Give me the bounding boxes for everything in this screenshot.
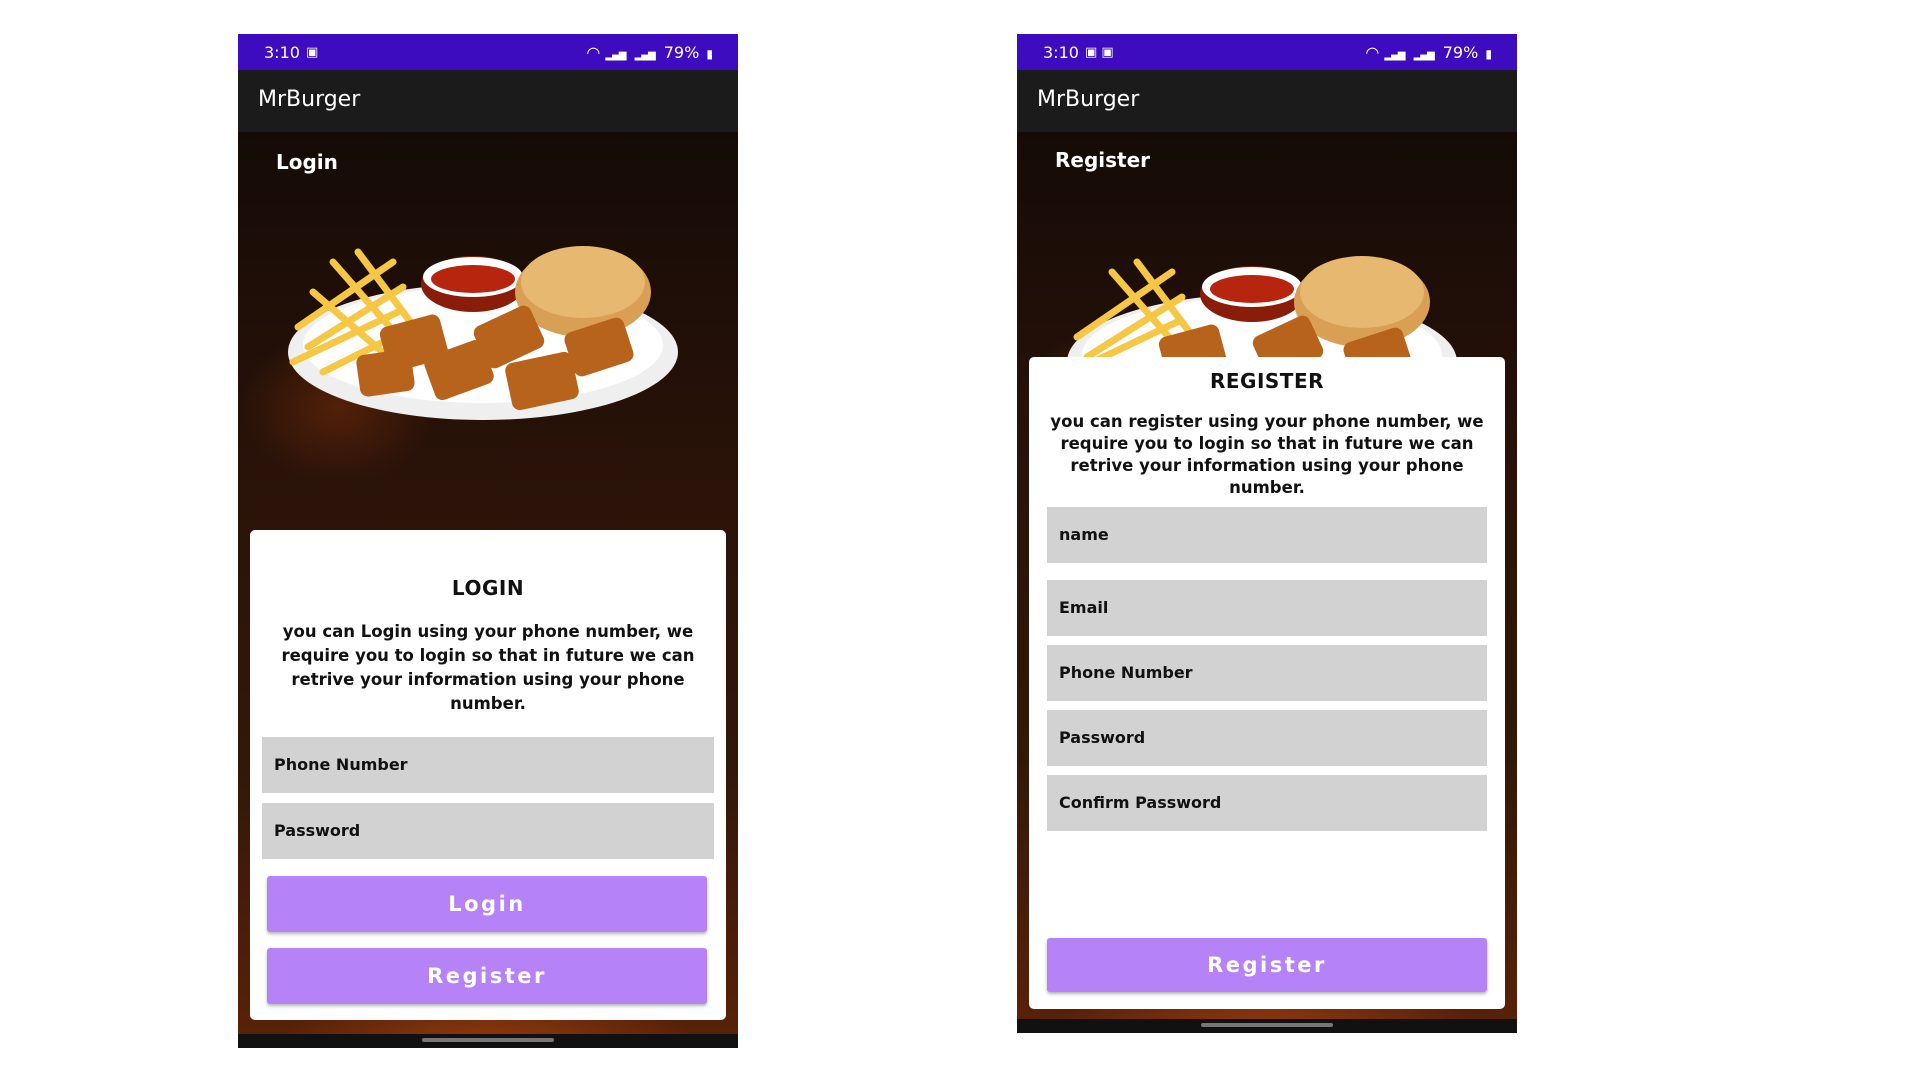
app-bar: MrBurger [238, 70, 738, 132]
card-description: you can Login using your phone number, w… [281, 622, 695, 713]
app-title: MrBurger [258, 87, 361, 112]
password-placeholder: Password [274, 821, 361, 840]
status-time: 3:10 [264, 43, 300, 62]
phone-number-placeholder: Phone Number [1059, 663, 1193, 682]
card-title: REGISTER [1209, 369, 1325, 393]
name-field[interactable]: name [1047, 507, 1487, 563]
register-button[interactable]: Register [1047, 938, 1487, 992]
card-title: LOGIN [451, 576, 525, 600]
name-placeholder: name [1059, 525, 1109, 544]
confirm-password-placeholder: Confirm Password [1059, 793, 1222, 812]
email-field[interactable]: Email [1047, 580, 1487, 636]
card-description: you can register using your phone number… [1050, 412, 1484, 497]
register-card: REGISTER you can register using your pho… [1029, 357, 1505, 1009]
battery-icon: ▮ [1485, 47, 1492, 61]
signal-icon-2: ▂▄▆ [634, 50, 656, 61]
status-time: 3:10 [1043, 43, 1079, 62]
register-button[interactable]: Register [267, 948, 707, 1004]
food-plate-image [288, 246, 678, 420]
password-field[interactable]: Password [262, 803, 714, 859]
password-placeholder: Password [1059, 728, 1146, 747]
signal-icon: ▂▄▆ [605, 50, 626, 61]
section-title: Register [1055, 148, 1151, 172]
phone-number-placeholder: Phone Number [274, 755, 408, 774]
signal-icon: ▂▄▆ [1384, 50, 1405, 61]
login-phone-screen: 3:10 ▣ ◠ ▂▄▆ ▂▄▆ 79% ▮ MrBurger Login LO… [238, 34, 738, 1048]
login-card: LOGIN you can Login using your phone num… [250, 530, 726, 1020]
status-bar: 3:10 ▣ ▣ ◠ ▂▄▆ ▂▄▆ 79% ▮ [1017, 34, 1517, 70]
app-title: MrBurger [1037, 87, 1140, 112]
battery-icon: ▮ [706, 47, 713, 61]
wifi-icon: ◠ [586, 43, 601, 62]
home-indicator[interactable] [1201, 1023, 1333, 1027]
notification-icon: ▣ ▣ [1085, 45, 1114, 60]
confirm-password-field[interactable]: Confirm Password [1047, 775, 1487, 831]
password-field[interactable]: Password [1047, 710, 1487, 766]
email-placeholder: Email [1059, 598, 1109, 617]
navigation-bar [238, 1034, 738, 1048]
status-bar: 3:10 ▣ ◠ ▂▄▆ ▂▄▆ 79% ▮ [238, 34, 738, 70]
phone-number-field[interactable]: Phone Number [262, 737, 714, 793]
login-button[interactable]: Login [267, 876, 707, 932]
notification-icon: ▣ [306, 45, 319, 60]
wifi-icon: ◠ [1365, 43, 1380, 62]
register-phone-screen: 3:10 ▣ ▣ ◠ ▂▄▆ ▂▄▆ 79% ▮ MrBurger Regist… [1017, 34, 1517, 1033]
home-indicator[interactable] [422, 1038, 554, 1042]
app-bar: MrBurger [1017, 70, 1517, 132]
battery-percent: 79% [663, 43, 700, 62]
battery-percent: 79% [1442, 43, 1479, 62]
section-title: Login [276, 150, 338, 174]
navigation-bar [1017, 1019, 1517, 1033]
signal-icon-2: ▂▄▆ [1413, 50, 1435, 61]
phone-number-field[interactable]: Phone Number [1047, 645, 1487, 701]
